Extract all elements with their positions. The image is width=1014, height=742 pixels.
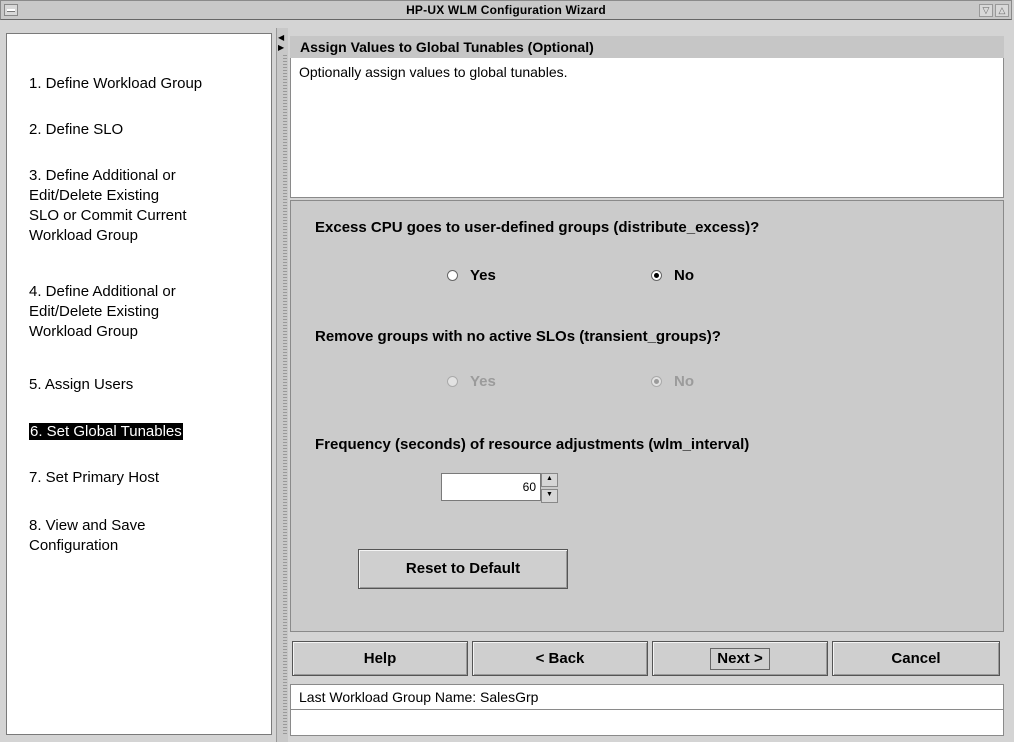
maximize-button[interactable]: △ — [995, 4, 1009, 17]
radio-label: Yes — [470, 373, 496, 390]
distribute-excess-no-radio[interactable]: No — [651, 267, 694, 284]
minimize-button[interactable]: ▽ — [979, 4, 993, 17]
radio-selected-icon — [651, 270, 662, 281]
step-label: 3. Define Additional or Edit/Delete Exis… — [29, 167, 187, 244]
window-title: HP-UX WLM Configuration Wizard — [406, 3, 606, 17]
wlm-interval-value: 60 — [522, 480, 536, 494]
next-button[interactable]: Next > — [652, 641, 828, 676]
step-label: 1. Define Workload Group — [29, 75, 203, 92]
title-bar: HP-UX WLM Configuration Wizard ▽ △ — [0, 0, 1012, 20]
radio-label: Yes — [470, 267, 496, 284]
radio-selected-icon — [651, 376, 662, 387]
expand-right-arrow-icon[interactable]: ▶ — [278, 44, 284, 52]
step-label: 4. Define Additional or Edit/Delete Exis… — [29, 283, 176, 340]
step-define-additional-slo[interactable]: 3. Define Additional or Edit/Delete Exis… — [29, 166, 187, 246]
page-description: Optionally assign values to global tunab… — [290, 58, 1004, 198]
wlm-interval-stepper: ▲ ▼ — [541, 473, 558, 503]
transient-groups-no-radio: No — [651, 373, 694, 390]
tunables-panel: Excess CPU goes to user-defined groups (… — [290, 200, 1004, 632]
step-label: 5. Assign Users — [29, 376, 134, 393]
next-button-label: Next > — [710, 648, 770, 670]
last-workload-group-status: Last Workload Group Name: SalesGrp — [290, 684, 1004, 710]
step-label: 6. Set Global Tunables — [29, 423, 183, 440]
step-set-primary-host[interactable]: 7. Set Primary Host — [29, 468, 159, 488]
step-label: 8. View and Save Configuration — [29, 517, 146, 554]
radio-unselected-icon — [447, 270, 458, 281]
collapse-left-arrow-icon[interactable]: ◀ — [278, 34, 284, 42]
wizard-window: HP-UX WLM Configuration Wizard ▽ △ 1. De… — [0, 0, 1014, 742]
reset-to-default-button[interactable]: Reset to Default — [358, 549, 568, 589]
wlm-interval-input[interactable]: 60 — [441, 473, 541, 501]
wlm-interval-question: Frequency (seconds) of resource adjustme… — [315, 436, 750, 453]
stepper-up-icon[interactable]: ▲ — [541, 473, 558, 487]
splitter-grip[interactable] — [283, 55, 287, 735]
status-bar — [290, 710, 1004, 736]
back-button[interactable]: < Back — [472, 641, 648, 676]
stepper-down-icon[interactable]: ▼ — [541, 489, 558, 503]
steps-panel: 1. Define Workload Group 2. Define SLO 3… — [6, 33, 272, 735]
distribute-excess-question: Excess CPU goes to user-defined groups (… — [315, 219, 760, 236]
radio-label: No — [674, 267, 694, 284]
radio-unselected-icon — [447, 376, 458, 387]
step-define-workload-group[interactable]: 1. Define Workload Group — [29, 74, 202, 94]
distribute-excess-yes-radio[interactable]: Yes — [447, 267, 496, 284]
step-assign-users[interactable]: 5. Assign Users — [29, 375, 133, 395]
cancel-button[interactable]: Cancel — [832, 641, 1000, 676]
step-define-slo[interactable]: 2. Define SLO — [29, 120, 123, 140]
step-set-global-tunables[interactable]: 6. Set Global Tunables — [29, 422, 183, 442]
radio-label: No — [674, 373, 694, 390]
step-label: 2. Define SLO — [29, 121, 124, 138]
step-define-additional-group[interactable]: 4. Define Additional or Edit/Delete Exis… — [29, 282, 176, 342]
transient-groups-yes-radio: Yes — [447, 373, 496, 390]
step-view-save-configuration[interactable]: 8. View and Save Configuration — [29, 516, 145, 556]
transient-groups-question: Remove groups with no active SLOs (trans… — [315, 328, 721, 345]
page-header: Assign Values to Global Tunables (Option… — [290, 36, 1004, 58]
help-button[interactable]: Help — [292, 641, 468, 676]
step-label: 7. Set Primary Host — [29, 469, 160, 486]
